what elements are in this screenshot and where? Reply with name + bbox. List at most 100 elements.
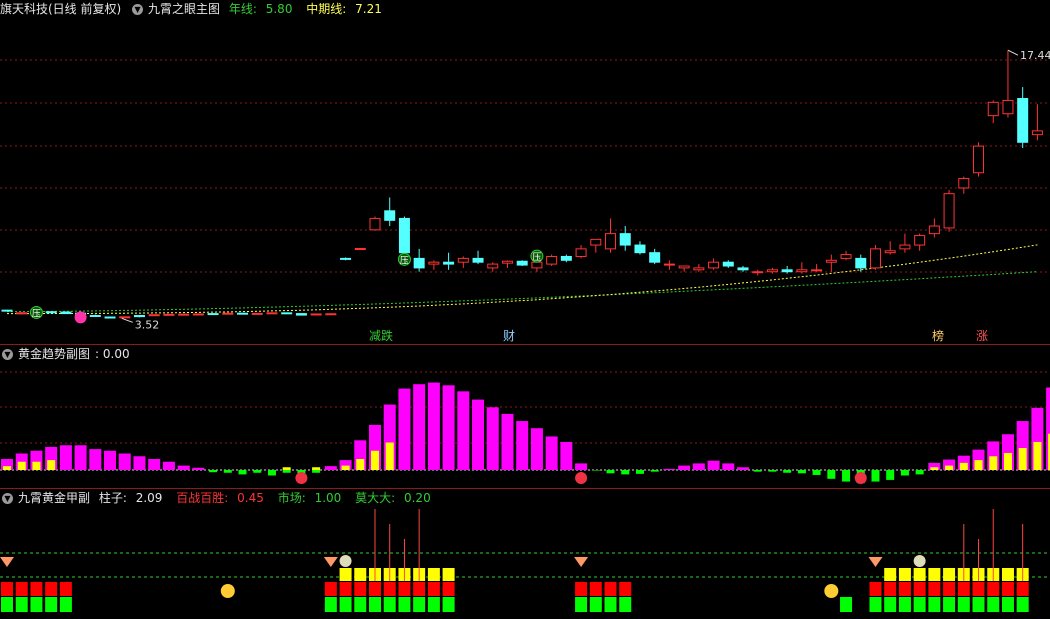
armor-red-block	[884, 582, 897, 596]
trend-bar	[707, 460, 720, 470]
armor-red-block	[913, 582, 926, 596]
trend-bar-negative	[783, 470, 792, 473]
armor-red-block	[369, 582, 381, 596]
trend-bar-negative	[223, 470, 232, 473]
main-indicator-name[interactable]: 九霄之眼主图	[148, 2, 220, 16]
sub1-title: 黄金趋势副图	[18, 347, 91, 361]
signal-label: 涨	[976, 328, 988, 343]
trend-bar-negative	[915, 470, 924, 475]
armor-green-block	[339, 597, 352, 612]
trend-bar-negative	[871, 470, 880, 482]
armor-red-block	[324, 582, 337, 596]
strength-bar	[32, 461, 41, 470]
trend-bar	[560, 441, 573, 470]
pressure-marker-text: 压	[400, 255, 409, 266]
armor-green-block	[398, 597, 411, 612]
candle	[973, 145, 985, 174]
mid-line-value: 7.21	[355, 2, 382, 16]
candle	[369, 217, 381, 231]
trend-bar-negative	[635, 470, 644, 474]
candle	[546, 255, 558, 265]
strength-bar	[17, 461, 26, 470]
trend-bar-negative	[753, 470, 762, 472]
armor-yellow-block	[442, 568, 455, 581]
candle	[251, 312, 263, 315]
armor-green-block	[1, 597, 13, 612]
armor-green-block	[943, 597, 956, 612]
candle	[60, 311, 72, 315]
money-bag-icon	[913, 555, 926, 567]
pressure-marker-text: 压	[32, 308, 41, 319]
sub2-name[interactable]: 九霄黄金甲副	[18, 491, 90, 505]
sub1-name[interactable]: 黄金趋势副图: 0.00	[18, 347, 135, 361]
armor-green-block	[369, 597, 381, 612]
win-value: 0.45	[237, 491, 264, 505]
armor-green-block	[1001, 597, 1014, 612]
trend-bar	[472, 399, 485, 470]
candle	[295, 313, 307, 316]
candle	[1, 309, 13, 312]
strength-bar	[312, 467, 321, 470]
trend-bar	[545, 436, 558, 470]
strength-bar	[989, 456, 998, 470]
trend-bar	[457, 391, 470, 470]
sub2-toggle-icon[interactable]: ▼	[2, 493, 13, 504]
strength-bar	[371, 450, 379, 470]
armor-red-block	[1016, 582, 1029, 596]
armor-yellow-block	[943, 568, 956, 581]
armor-green-block	[972, 597, 985, 612]
armor-green-block	[869, 597, 882, 612]
candlestick-chart[interactable]: 17.443.52压压 压减跌财榜涨	[0, 0, 1050, 344]
trend-bar	[516, 421, 529, 470]
armor-red-block	[383, 582, 396, 596]
golden-trend-chart[interactable]	[0, 345, 1050, 489]
armor-green-block	[383, 597, 396, 612]
armor-red-block	[987, 582, 1000, 596]
candle	[605, 233, 617, 250]
candle	[443, 261, 455, 265]
strength-bar	[1018, 448, 1027, 470]
trend-bar-negative	[591, 470, 600, 471]
armor-yellow-block	[898, 568, 911, 581]
smiley-icon	[824, 584, 839, 598]
trend-bar-negative	[267, 470, 276, 476]
year-line-value: 5.80	[265, 2, 293, 16]
trend-bar	[530, 428, 543, 470]
armor-red-block	[928, 582, 941, 596]
trend-bar-negative	[842, 470, 851, 482]
pillar-readout: 柱子: 2.09	[99, 491, 168, 505]
candle	[237, 312, 249, 315]
strength-bar	[282, 467, 291, 470]
armor-green-block	[1016, 597, 1029, 612]
candle	[104, 316, 116, 319]
strength-bar	[356, 459, 365, 470]
armor-green-block	[354, 597, 367, 612]
mo-key: 莫大大:	[355, 491, 396, 505]
mid-line	[7, 244, 1038, 315]
golden-armor-chart[interactable]	[0, 489, 1050, 619]
candle	[634, 244, 646, 254]
trend-bar	[177, 465, 190, 470]
year-line-label: 年线: 5.80	[229, 2, 298, 16]
candle	[148, 314, 160, 317]
candle	[133, 314, 145, 318]
armor-red-block	[943, 582, 956, 596]
trend-bar	[118, 453, 131, 470]
armor-green-block	[840, 597, 853, 612]
armor-green-block	[442, 597, 455, 612]
trend-bar	[678, 465, 691, 470]
candle	[766, 269, 778, 273]
trend-bar-negative	[312, 470, 321, 473]
trend-bar-negative	[253, 470, 262, 473]
sub2-panel: ▼ 九霄黄金甲副 柱子: 2.09 百战百胜: 0.45 市场: 1.00 莫大大…	[0, 488, 1050, 618]
pillar-key: 柱子:	[98, 491, 127, 505]
candle	[560, 255, 572, 261]
trend-bar	[722, 463, 735, 470]
sub1-toggle-icon[interactable]: ▼	[2, 349, 13, 360]
candle	[678, 265, 690, 269]
candle	[472, 257, 484, 263]
trend-bar-negative	[606, 470, 615, 474]
candle	[708, 261, 720, 269]
diamond-icon	[0, 557, 14, 567]
main-indicator-toggle-icon[interactable]: ▼	[132, 4, 144, 15]
